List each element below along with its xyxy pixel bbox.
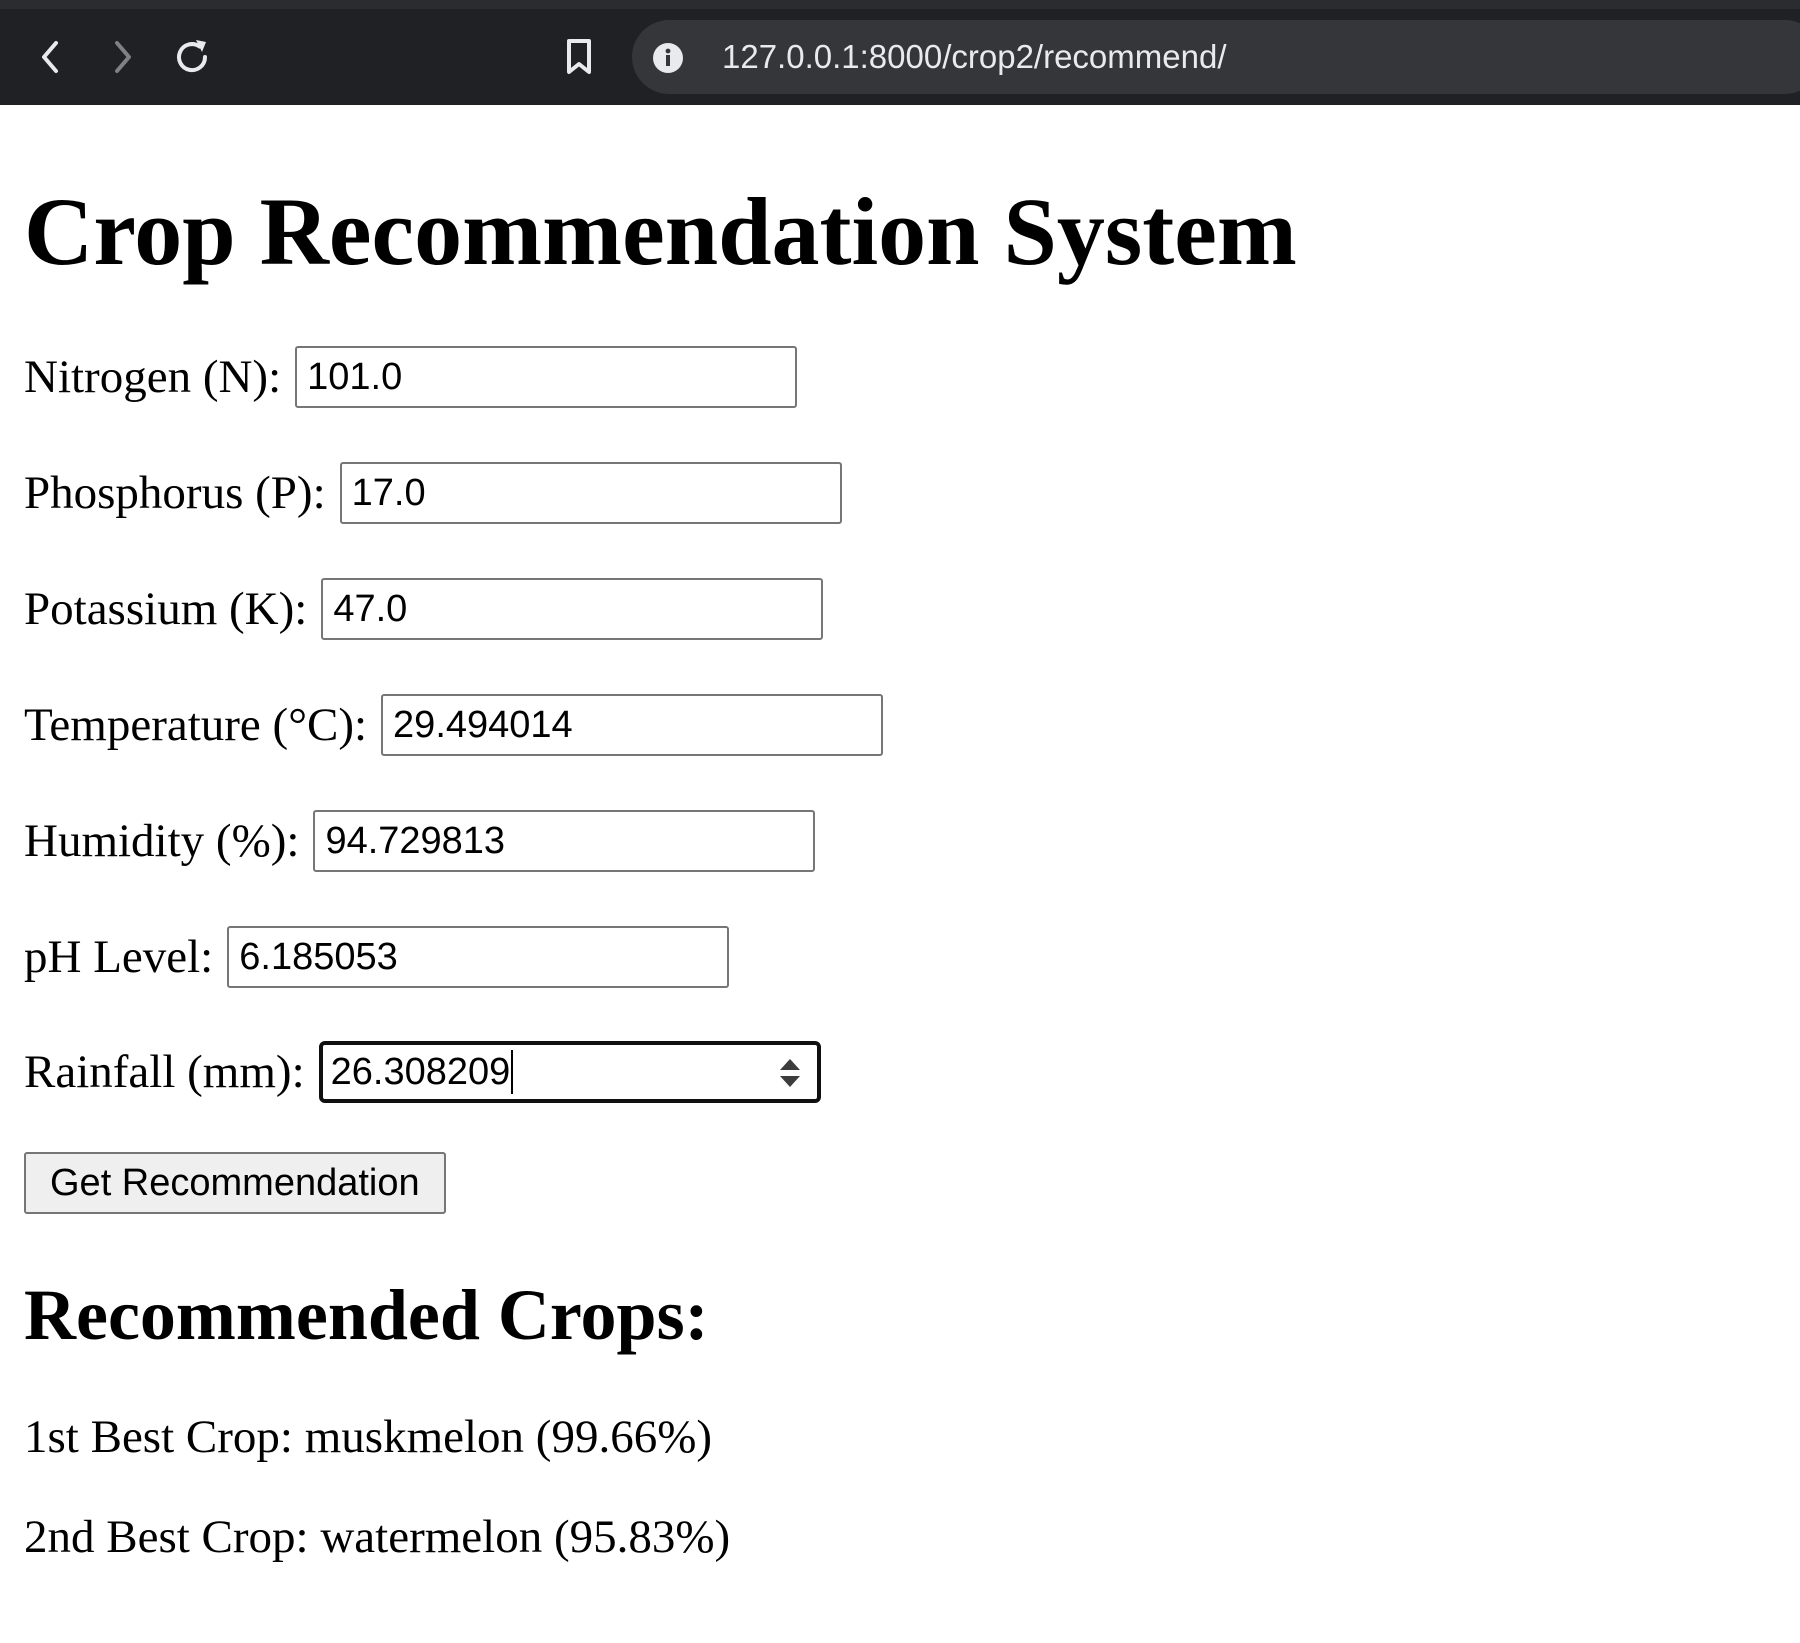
bookmark-icon: [567, 39, 591, 74]
form-row-ph: pH Level: 6.185053: [24, 925, 730, 989]
reload-button[interactable]: [165, 30, 219, 84]
potassium-value: 47.0: [333, 588, 408, 630]
phosphorus-input[interactable]: 17.0: [339, 462, 842, 524]
tab-strip-edge: [0, 0, 1800, 9]
number-spinner-icon[interactable]: [777, 1053, 803, 1093]
potassium-label: Potassium (K):: [24, 583, 308, 635]
ph-label: pH Level:: [24, 931, 214, 983]
ph-value: 6.185053: [239, 936, 398, 978]
rainfall-value: 26.308209: [330, 1051, 511, 1093]
nitrogen-value: 101.0: [307, 356, 403, 398]
page-title: Crop Recommendation System: [24, 178, 1297, 285]
get-recommendation-button[interactable]: Get Recommendation: [24, 1152, 446, 1214]
temperature-label: Temperature (°C):: [24, 699, 368, 751]
phosphorus-label: Phosphorus (P):: [24, 467, 326, 519]
temperature-input[interactable]: 29.494014: [381, 694, 884, 756]
back-arrow-icon: [42, 41, 58, 73]
nitrogen-input[interactable]: 101.0: [295, 346, 798, 408]
result-item-2: 2nd Best Crop: watermelon (95.83%): [24, 1511, 731, 1563]
bookmark-button[interactable]: [552, 30, 606, 84]
result-item-1: 1st Best Crop: muskmelon (99.66%): [24, 1411, 712, 1463]
url-text[interactable]: 127.0.0.1:8000/crop2/recommend/: [722, 32, 1227, 82]
form-row-phosphorus: Phosphorus (P): 17.0: [24, 461, 842, 525]
browser-toolbar: 127.0.0.1:8000/crop2/recommend/: [0, 0, 1800, 105]
form-row-rainfall: Rainfall (mm): 26.308209: [24, 1040, 821, 1104]
form-row-temperature: Temperature (°C): 29.494014: [24, 693, 884, 757]
temperature-value: 29.494014: [393, 704, 573, 746]
text-caret: [511, 1049, 514, 1094]
rainfall-label: Rainfall (mm):: [24, 1046, 305, 1098]
back-button[interactable]: [24, 30, 78, 84]
forward-button[interactable]: [95, 30, 149, 84]
humidity-label: Humidity (%):: [24, 815, 300, 867]
form-row-humidity: Humidity (%): 94.729813: [24, 809, 816, 873]
ph-input[interactable]: 6.185053: [227, 926, 730, 988]
form-row-potassium: Potassium (K): 47.0: [24, 577, 824, 641]
rainfall-input[interactable]: 26.308209: [318, 1041, 821, 1103]
potassium-input[interactable]: 47.0: [321, 578, 824, 640]
nitrogen-label: Nitrogen (N):: [24, 351, 282, 403]
results-heading: Recommended Crops:: [24, 1275, 709, 1355]
phosphorus-value: 17.0: [351, 472, 426, 514]
site-info-icon[interactable]: [652, 42, 684, 74]
form-row-nitrogen: Nitrogen (N): 101.0: [24, 345, 798, 409]
humidity-input[interactable]: 94.729813: [313, 810, 816, 872]
humidity-value: 94.729813: [325, 820, 506, 862]
reload-icon: [177, 40, 208, 73]
forward-arrow-icon: [115, 41, 131, 73]
